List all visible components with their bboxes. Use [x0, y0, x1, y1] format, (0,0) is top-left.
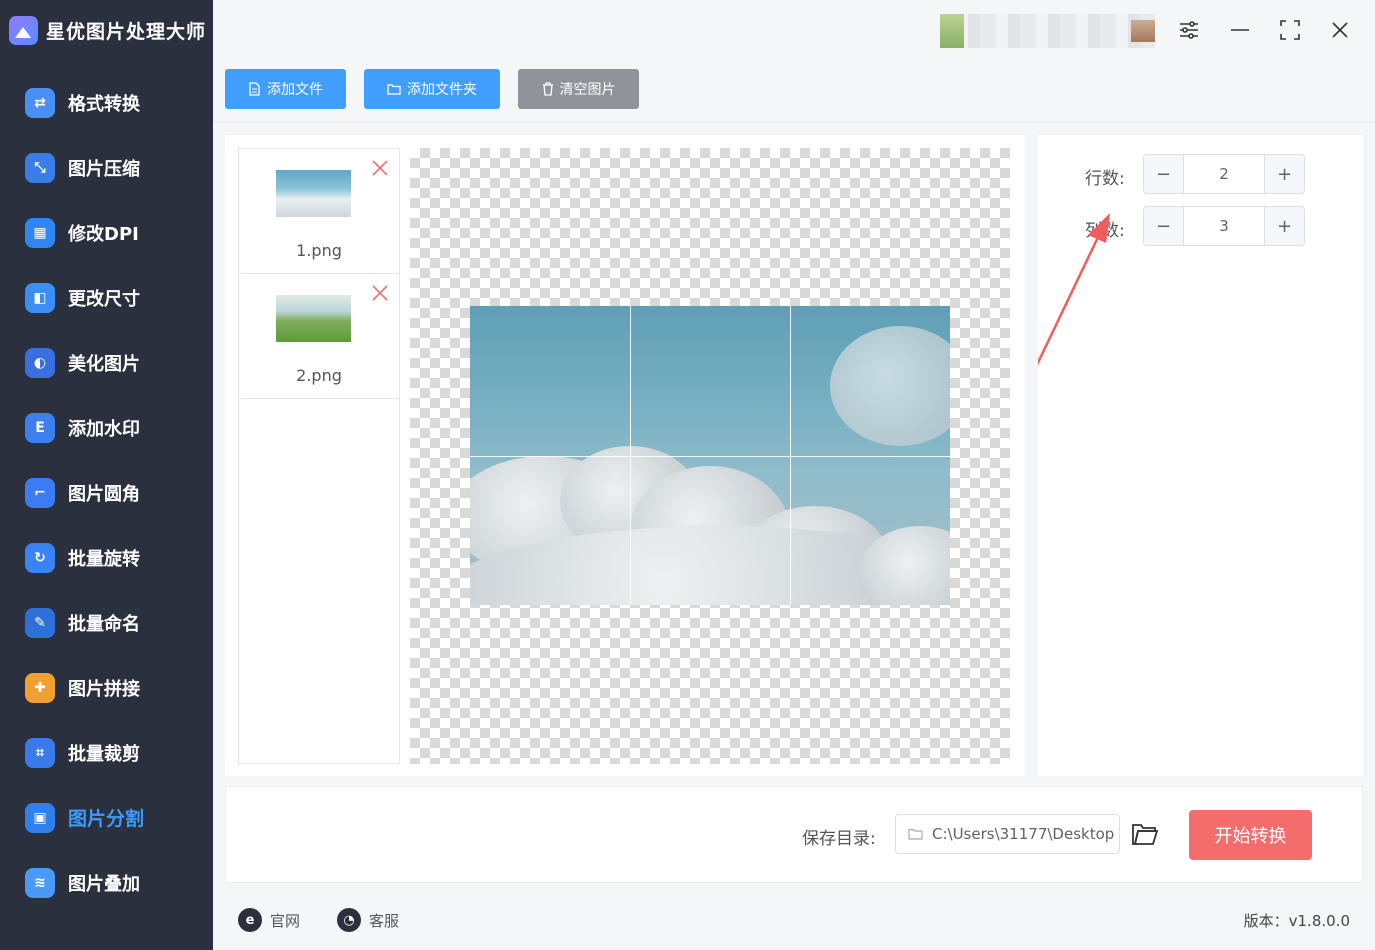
version-text: 版本：v1.8.0.0	[1243, 912, 1350, 930]
format-convert-icon: ⇄	[25, 87, 55, 118]
annotation-arrow-icon	[1038, 213, 1110, 366]
minimize-icon[interactable]	[1225, 15, 1255, 45]
add-file-button[interactable]: 添加文件	[225, 69, 346, 109]
sidebar-item-12[interactable]: ≋ 图片叠加	[0, 850, 213, 915]
sidebar-item-7[interactable]: ↻ 批量旋转	[0, 525, 213, 590]
settings-panel: 行数: − 2 + 列数: − 3 +	[1038, 135, 1363, 776]
image-preview	[410, 148, 1010, 764]
sidebar-item-label: 美化图片	[68, 353, 140, 375]
add-file-label: 添加文件	[267, 82, 323, 98]
titlebar	[213, 0, 1375, 60]
layers-icon: ≋	[25, 867, 55, 898]
resize-icon: ◧	[25, 282, 55, 313]
sidebar-item-label: 图片拼接	[68, 678, 140, 700]
sidebar-item-11[interactable]: ▣ 图片分割	[0, 785, 213, 850]
browse-folder-icon[interactable]	[1131, 821, 1159, 847]
dpi-icon: ▦	[25, 217, 55, 248]
crop-icon: ⌗	[25, 737, 55, 768]
sidebar-item-3[interactable]: ◧ 更改尺寸	[0, 265, 213, 330]
remove-file-icon[interactable]	[371, 159, 389, 177]
sidebar-item-label: 批量旋转	[68, 548, 140, 570]
sidebar-item-label: 格式转换	[68, 93, 140, 115]
save-dir-label: 保存目录:	[802, 829, 876, 849]
clear-images-label: 清空图片	[559, 82, 616, 98]
file-list: 1.png 2.png	[238, 148, 400, 764]
clear-images-button[interactable]: 清空图片	[518, 69, 639, 109]
sidebar-item-8[interactable]: ✎ 批量命名	[0, 590, 213, 655]
split-icon: ▣	[25, 802, 55, 833]
rotate-icon: ↻	[25, 542, 55, 573]
sidebar: 星优图片处理大师 ⇄ 格式转换 ⤡ 图片压缩 ▦ 修改DPI ◧ 更改尺寸 ◐ 美化图片 E 添加水印…	[0, 0, 213, 950]
sidebar-item-10[interactable]: ⌗ 批量裁剪	[0, 720, 213, 785]
save-path-value: C:\Users\31177\Desktop	[932, 825, 1115, 843]
workspace-panel: 1.png 2.png	[225, 135, 1025, 776]
file-name: 1.png	[296, 241, 342, 260]
rounded-corner-icon: ⌐	[25, 477, 55, 508]
support-label: 客服	[369, 911, 400, 930]
app-header: 星优图片处理大师	[0, 0, 213, 60]
sidebar-item-label: 修改DPI	[68, 223, 139, 245]
file-thumbnail	[276, 170, 351, 217]
sidebar-item-label: 更改尺寸	[68, 288, 140, 310]
sidebar-item-label: 批量裁剪	[68, 743, 140, 765]
file-name: 2.png	[296, 366, 342, 385]
website-link[interactable]: e 官网	[238, 908, 300, 932]
beautify-icon: ◐	[25, 347, 55, 378]
toolbar: 添加文件 添加文件夹 清空图片	[213, 60, 1375, 123]
folder-icon	[908, 828, 923, 840]
add-folder-label: 添加文件夹	[407, 82, 477, 98]
sidebar-item-label: 添加水印	[68, 418, 140, 440]
sidebar-item-0[interactable]: ⇄ 格式转换	[0, 70, 213, 135]
sidebar-item-1[interactable]: ⤡ 图片压缩	[0, 135, 213, 200]
sidebar-item-2[interactable]: ▦ 修改DPI	[0, 200, 213, 265]
sidebar-item-label: 图片压缩	[68, 158, 140, 180]
file-icon	[249, 82, 260, 96]
footer: e 官网 ◔ 客服 版本：v1.8.0.0	[213, 890, 1375, 950]
maximize-icon[interactable]	[1275, 15, 1305, 45]
stitch-icon: ✚	[25, 672, 55, 703]
add-folder-button[interactable]: 添加文件夹	[364, 69, 500, 109]
app-title: 星优图片处理大师	[46, 20, 207, 43]
rename-icon: ✎	[25, 607, 55, 638]
trash-icon	[542, 82, 553, 96]
file-item[interactable]: 2.png	[239, 274, 399, 399]
file-thumbnail	[276, 295, 351, 342]
sidebar-item-5[interactable]: E 添加水印	[0, 395, 213, 460]
chat-icon: ◔	[337, 908, 361, 932]
folder-icon	[387, 84, 401, 95]
sidebar-item-6[interactable]: ⌐ 图片圆角	[0, 460, 213, 525]
browser-e-icon: e	[238, 908, 262, 932]
compress-icon: ⤡	[25, 152, 55, 183]
output-panel: 保存目录: C:\Users\31177\Desktop 开始转换	[225, 786, 1363, 883]
file-item[interactable]: 1.png	[239, 149, 399, 274]
sidebar-item-4[interactable]: ◐ 美化图片	[0, 330, 213, 395]
sidebar-item-9[interactable]: ✚ 图片拼接	[0, 655, 213, 720]
save-path-input[interactable]: C:\Users\31177\Desktop	[895, 814, 1120, 854]
preview-image	[470, 306, 950, 605]
sidebar-item-label: 图片分割	[68, 808, 145, 830]
sidebar-item-label: 图片叠加	[68, 873, 140, 895]
close-icon[interactable]	[1325, 15, 1355, 45]
start-convert-button[interactable]: 开始转换	[1189, 810, 1312, 860]
split-line-horizontal	[470, 456, 950, 457]
remove-file-icon[interactable]	[371, 284, 389, 302]
app-logo-icon	[9, 15, 38, 45]
user-avatar-blurred[interactable]	[940, 14, 1155, 48]
sidebar-item-label: 图片圆角	[68, 483, 140, 505]
watermark-icon: E	[25, 412, 55, 443]
website-label: 官网	[270, 911, 301, 930]
support-link[interactable]: ◔ 客服	[337, 908, 399, 932]
settings-sliders-icon[interactable]	[1174, 15, 1204, 45]
sidebar-nav: ⇄ 格式转换 ⤡ 图片压缩 ▦ 修改DPI ◧ 更改尺寸 ◐ 美化图片 E 添加水印 ⌐ 图片圆角 ↻ 批量旋…	[0, 70, 213, 915]
sidebar-item-label: 批量命名	[68, 613, 140, 635]
